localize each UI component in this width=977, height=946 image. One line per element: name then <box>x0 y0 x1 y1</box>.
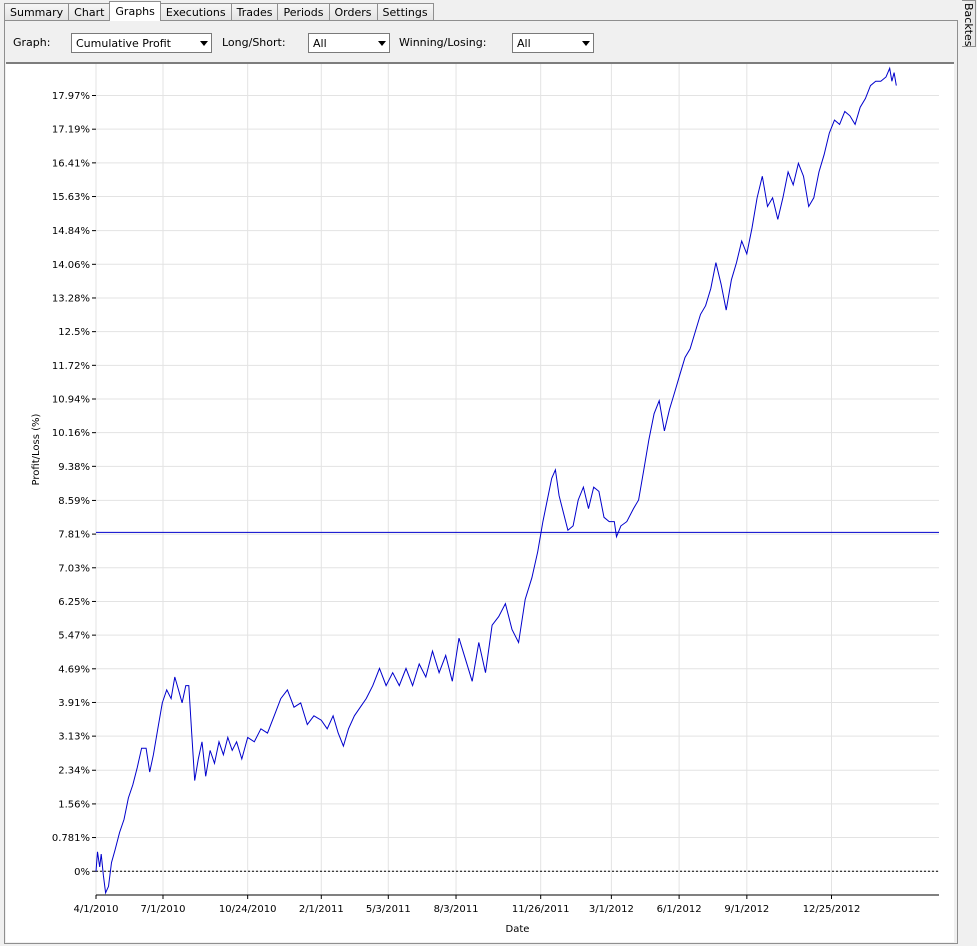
y-tick-label: 14.06% <box>52 260 90 271</box>
backtest-side-tab[interactable]: Backtest <box>962 0 976 47</box>
y-tick-label: 1.56% <box>58 799 90 810</box>
tab-periods[interactable]: Periods <box>277 3 330 20</box>
graph-type-value: Cumulative Profit <box>76 37 171 50</box>
x-tick-label: 5/3/2011 <box>366 904 411 915</box>
x-tick-label: 3/1/2012 <box>589 904 634 915</box>
y-tick-label: 15.63% <box>52 192 90 203</box>
y-tick-label: 14.84% <box>52 226 90 237</box>
x-tick-label: 8/3/2011 <box>434 904 479 915</box>
winning-losing-select[interactable]: All <box>512 33 594 53</box>
tab-executions[interactable]: Executions <box>159 3 232 20</box>
y-tick-label: 0.781% <box>52 833 90 844</box>
y-tick-label: 2.34% <box>58 766 90 777</box>
cumulative-profit-line <box>95 66 897 895</box>
graph-label: Graph: <box>13 36 51 49</box>
tab-graphs[interactable]: Graphs <box>109 1 161 21</box>
y-tick-label: 0% <box>74 867 90 878</box>
tab-strip: Summary Chart Graphs Executions Trades P… <box>4 1 434 21</box>
y-tick-label: 17.19% <box>52 125 90 136</box>
chevron-down-icon <box>582 41 590 46</box>
y-tick-label: 17.97% <box>52 91 90 102</box>
graph-type-select[interactable]: Cumulative Profit <box>71 33 212 53</box>
x-tick-label: 6/1/2012 <box>657 904 702 915</box>
tab-chart[interactable]: Chart <box>68 3 111 20</box>
tab-trades[interactable]: Trades <box>230 3 279 20</box>
chevron-down-icon <box>378 41 386 46</box>
x-axis-title: Date <box>506 924 530 935</box>
tab-summary[interactable]: Summary <box>4 3 70 20</box>
y-axis-ticks: 0% 0.781% 1.56% 2.34% 3.13% 3.91% 4.69% 5.47% 6.… <box>52 91 96 878</box>
y-tick-label: 16.41% <box>52 158 90 169</box>
long-short-select[interactable]: All <box>308 33 390 53</box>
y-tick-label: 3.91% <box>58 698 90 709</box>
winning-losing-label: Winning/Losing: <box>399 36 487 49</box>
y-tick-label: 8.59% <box>58 496 90 507</box>
tab-orders[interactable]: Orders <box>328 3 378 20</box>
profit-chart: 0% 0.781% 1.56% 2.34% 3.13% 3.91% 4.69% 5.47% 6.… <box>31 64 939 935</box>
x-axis-ticks: 4/1/2010 7/1/2010 10/24/2010 2/1/2011 5/3/20… <box>74 895 861 915</box>
y-tick-label: 4.69% <box>58 664 90 675</box>
x-tick-label: 7/1/2010 <box>141 904 186 915</box>
x-tick-label: 4/1/2010 <box>74 904 119 915</box>
x-tick-label: 11/26/2011 <box>512 904 570 915</box>
y-tick-label: 11.72% <box>52 361 90 372</box>
backtest-side-tab-label: Backtest <box>962 3 975 47</box>
y-tick-label: 10.16% <box>52 428 90 439</box>
x-tick-label: 2/1/2011 <box>299 904 344 915</box>
chart-grid <box>95 64 939 895</box>
y-tick-label: 7.81% <box>58 530 90 541</box>
y-tick-label: 6.25% <box>58 597 90 608</box>
y-axis-title: Profit/Loss (%) <box>31 413 42 485</box>
x-tick-label: 9/1/2012 <box>724 904 769 915</box>
winning-losing-value: All <box>517 37 531 50</box>
y-tick-label: 3.13% <box>58 732 90 743</box>
chevron-down-icon <box>200 41 208 46</box>
long-short-label: Long/Short: <box>222 36 286 49</box>
x-tick-label: 12/25/2012 <box>803 904 861 915</box>
y-tick-label: 13.28% <box>52 293 90 304</box>
y-tick-label: 7.03% <box>58 563 90 574</box>
long-short-value: All <box>313 37 327 50</box>
y-tick-label: 9.38% <box>58 462 90 473</box>
x-tick-label: 10/24/2010 <box>219 904 277 915</box>
tab-settings[interactable]: Settings <box>376 3 434 20</box>
graph-area: 0% 0.781% 1.56% 2.34% 3.13% 3.91% 4.69% 5.47% 6.… <box>6 64 954 942</box>
y-tick-label: 5.47% <box>58 631 90 642</box>
y-tick-label: 10.94% <box>52 394 90 405</box>
y-tick-label: 12.5% <box>58 327 90 338</box>
